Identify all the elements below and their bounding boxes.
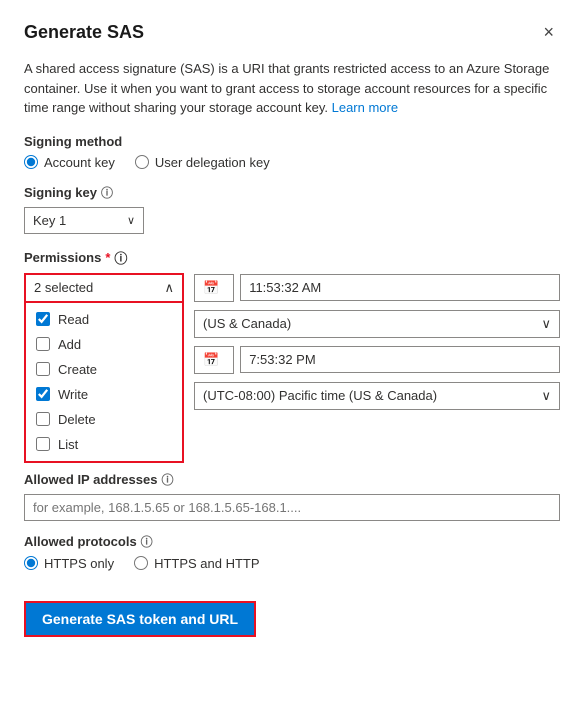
permission-create[interactable]: Create — [26, 357, 182, 382]
permission-write[interactable]: Write — [26, 382, 182, 407]
expiry-date-field[interactable]: 📅 — [194, 346, 234, 374]
start-time-field[interactable]: 11:53:32 AM — [240, 274, 560, 301]
permissions-info-icon: ⓘ — [114, 248, 127, 267]
signing-key-info-icon: ⓘ — [101, 184, 113, 201]
https-only-option[interactable]: HTTPS only — [24, 556, 114, 571]
permission-list-checkbox[interactable] — [36, 437, 50, 451]
dialog-title: Generate SAS — [24, 22, 144, 43]
generate-sas-dialog: Generate SAS × A shared access signature… — [0, 0, 584, 708]
permissions-dropdown-header[interactable]: 2 selected ∧ — [24, 273, 184, 303]
expiry-calendar-icon: 📅 — [203, 352, 219, 368]
expiry-datetime-section: 📅 7:53:32 PM — [194, 346, 560, 374]
allowed-ip-info-icon: ⓘ — [161, 471, 173, 488]
signing-method-section: Signing method Account key User delegati… — [24, 134, 560, 170]
allowed-protocols-info-icon: ⓘ — [141, 533, 153, 550]
expiry-timezone-chevron-icon: ∨ — [541, 388, 551, 404]
protocols-radio-group: HTTPS only HTTPS and HTTP — [24, 556, 560, 571]
allowed-ip-label: Allowed IP addresses ⓘ — [24, 471, 560, 488]
permission-list[interactable]: List — [26, 432, 182, 457]
user-delegation-key-option[interactable]: User delegation key — [135, 155, 270, 170]
https-only-radio[interactable] — [24, 556, 38, 570]
start-timezone-chevron-icon: ∨ — [541, 316, 551, 332]
signing-key-section: Signing key ⓘ Key 1 ∨ — [24, 184, 560, 234]
permissions-required-star: * — [105, 250, 110, 265]
permissions-col: Permissions * ⓘ 2 selected ∧ Read Add — [24, 248, 184, 463]
user-delegation-key-radio[interactable] — [135, 155, 149, 169]
dialog-header: Generate SAS × — [24, 20, 560, 45]
signing-method-label: Signing method — [24, 134, 560, 149]
side-col: 📅 11:53:32 AM (US & Canada) ∨ 📅 — [184, 248, 560, 463]
signing-key-label: Signing key ⓘ — [24, 184, 560, 201]
allowed-ip-section: Allowed IP addresses ⓘ — [24, 471, 560, 521]
permission-read-checkbox[interactable] — [36, 312, 50, 326]
account-key-radio[interactable] — [24, 155, 38, 169]
description-text: A shared access signature (SAS) is a URI… — [24, 59, 560, 118]
start-timezone-field[interactable]: (US & Canada) ∨ — [194, 310, 560, 338]
close-button[interactable]: × — [537, 20, 560, 45]
permission-delete[interactable]: Delete — [26, 407, 182, 432]
allowed-ip-input[interactable] — [24, 494, 560, 521]
permissions-label: Permissions * ⓘ — [24, 248, 184, 267]
generate-sas-button[interactable]: Generate SAS token and URL — [24, 601, 256, 637]
allowed-protocols-label: Allowed protocols ⓘ — [24, 533, 560, 550]
permission-write-checkbox[interactable] — [36, 387, 50, 401]
learn-more-link[interactable]: Learn more — [332, 100, 398, 115]
account-key-option[interactable]: Account key — [24, 155, 115, 170]
expiry-time-field[interactable]: 7:53:32 PM — [240, 346, 560, 373]
permissions-dropdown-body: Read Add Create Write — [24, 303, 184, 463]
permissions-container: 2 selected ∧ Read Add Create — [24, 273, 184, 463]
permission-add[interactable]: Add — [26, 332, 182, 357]
start-calendar-icon: 📅 — [203, 280, 219, 296]
start-datetime-section: 📅 11:53:32 AM — [194, 274, 560, 302]
permission-add-checkbox[interactable] — [36, 337, 50, 351]
signing-key-dropdown[interactable]: Key 1 ∨ — [24, 207, 144, 234]
start-date-field[interactable]: 📅 — [194, 274, 234, 302]
signing-method-radio-group: Account key User delegation key — [24, 155, 560, 170]
permission-create-checkbox[interactable] — [36, 362, 50, 376]
expiry-timezone-field[interactable]: (UTC-08:00) Pacific time (US & Canada) ∨ — [194, 382, 560, 410]
permissions-area: Permissions * ⓘ 2 selected ∧ Read Add — [24, 248, 560, 463]
signing-key-chevron-icon: ∨ — [127, 214, 135, 227]
permission-delete-checkbox[interactable] — [36, 412, 50, 426]
allowed-protocols-section: Allowed protocols ⓘ HTTPS only HTTPS and… — [24, 533, 560, 571]
permission-read[interactable]: Read — [26, 307, 182, 332]
https-http-option[interactable]: HTTPS and HTTP — [134, 556, 259, 571]
permissions-chevron-up-icon: ∧ — [164, 280, 174, 296]
https-http-radio[interactable] — [134, 556, 148, 570]
